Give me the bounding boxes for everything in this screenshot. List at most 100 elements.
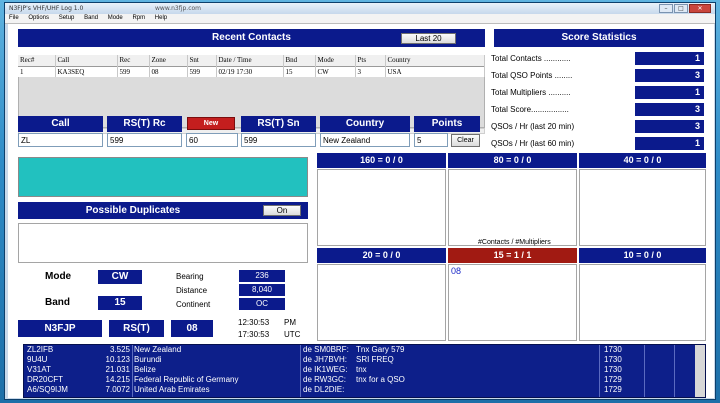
spot-call: A6/SQ9IJM [27,385,68,394]
spot-row[interactable]: ZL2IFB 3.525 New Zealand de SM0BRF: Tnx … [24,345,705,355]
zone-input[interactable]: 60 [186,133,238,147]
band-80-list [448,169,577,246]
info-panel [18,157,308,197]
spot-freq: 3.525 [109,345,130,354]
score-statistics-title: Score Statistics [561,32,637,43]
spots-vertical-scrollbar[interactable] [695,345,705,397]
operator-callsign[interactable]: N3FJP [18,320,102,337]
band-40-list [579,169,706,246]
score-value-qso-hr-20: 3 [635,120,704,133]
zone-button[interactable]: 08 [171,320,213,337]
col-rec-num[interactable]: Rec# [18,55,56,66]
menu-mode[interactable]: Mode [108,15,123,21]
call-header: Call [18,116,103,132]
score-label-qso-hr-60: QSOs / Hr (last 60 min) [491,139,575,148]
spot-time: 1730 [604,355,622,364]
points-header: Points [414,116,480,132]
spot-freq: 7.0072 [105,385,130,394]
col-rec[interactable]: Rec [117,55,150,66]
cell-call: KA3SEQ [55,66,118,77]
score-value-qso-hr-60: 1 [635,137,704,150]
band-10-list [579,264,706,341]
band-160-header[interactable]: 160 = 0 / 0 [317,153,446,168]
col-mode[interactable]: Mode [315,55,356,66]
minimize-button[interactable]: – [659,4,673,13]
last-20-button[interactable]: Last 20 [401,33,456,44]
menu-options[interactable]: Options [28,15,49,21]
spot-row[interactable]: DR20CFT 14.215 Federal Republic of Germa… [24,375,705,385]
window-url: www.n3fjp.com [155,5,202,12]
table-row[interactable]: 1 KA3SEQ 599 08 599 02/19 17:30 15 CW 3 … [18,66,485,77]
points-input[interactable]: 5 [414,133,448,147]
spot-comment: Tnx Gary 579 [356,345,405,354]
country-header: Country [320,116,410,132]
band-10-header[interactable]: 10 = 0 / 0 [579,248,706,263]
country-input[interactable]: New Zealand [320,133,410,147]
score-label-total-qso-points: Total QSO Points ........ [491,71,573,80]
continent-label: Continent [176,300,211,309]
spot-row[interactable]: 9U4U 10.123 Burundi de JH7BVH: SRI FREQ … [24,355,705,365]
spot-spotter: de DL2DIE: [303,385,345,394]
col-bnd[interactable]: Bnd [283,55,316,66]
dx-spots-table: ZL2IFB 3.525 New Zealand de SM0BRF: Tnx … [23,344,706,398]
rst-sent-input[interactable]: 599 [241,133,316,147]
menu-setup[interactable]: Setup [59,15,75,21]
spot-country: Federal Republic of Germany [134,375,239,384]
band-value[interactable]: 15 [98,296,142,310]
score-value-total-score: 3 [635,103,704,116]
band-15-list: 08 [448,264,577,341]
maximize-button[interactable]: □ [674,4,688,13]
spot-row[interactable]: A6/SQ9IJM 7.0072 United Arab Emirates de… [24,385,705,395]
col-country[interactable]: Country [385,55,485,66]
band-15-header[interactable]: 15 = 1 / 1 [448,248,577,263]
score-label-total-score: Total Score................. [491,105,569,114]
rst-received-input[interactable]: 599 [107,133,182,147]
band-160-list [317,169,446,246]
band-label: Band [45,297,70,308]
band-20-list [317,264,446,341]
menu-help[interactable]: Help [155,15,167,21]
recent-contacts-title: Recent Contacts [212,32,291,43]
close-button[interactable]: ✕ [689,4,711,13]
band-40-header[interactable]: 40 = 0 / 0 [579,153,706,168]
menu-file[interactable]: File [9,15,19,21]
band-20-header[interactable]: 20 = 0 / 0 [317,248,446,263]
new-button[interactable]: New [187,117,235,130]
cell-zone: 08 [149,66,188,77]
spot-spotter: de RW3GC: [303,375,346,384]
col-call[interactable]: Call [55,55,118,66]
spot-time: 1730 [604,345,622,354]
cell-bnd: 15 [283,66,316,77]
possible-duplicates-title: Possible Duplicates [85,205,181,216]
rst-sent-header: RS(T) Sn [241,116,316,132]
col-zone[interactable]: Zone [149,55,188,66]
bands-caption: #Contacts / #Multipliers [478,239,551,246]
bearing-label: Bearing [176,272,204,281]
col-snt[interactable]: Snt [187,55,217,66]
band-80-header[interactable]: 80 = 0 / 0 [448,153,577,168]
spot-call: V31AT [27,365,51,374]
menu-bar: File Options Setup Band Mode Rpm Help [5,14,715,24]
spot-call: ZL2IFB [27,345,54,354]
local-time: 12:30:53 [238,318,270,327]
spot-country: Burundi [134,355,162,364]
cell-pts: 3 [355,66,386,77]
score-value-total-multipliers: 1 [635,86,704,99]
col-date-time[interactable]: Date / Time [216,55,284,66]
spot-spotter: de SM0BRF: [303,345,349,354]
col-pts[interactable]: Pts [355,55,386,66]
spot-country: New Zealand [134,345,182,354]
rst-button[interactable]: RS(T) [109,320,164,337]
spot-country: United Arab Emirates [134,385,210,394]
utc-time-suffix: UTC [284,330,301,339]
spot-row[interactable]: V31AT 21.031 Belize de IK1WEG: tnx 1730 [24,365,705,375]
mode-value[interactable]: CW [98,270,142,284]
menu-band[interactable]: Band [84,15,98,21]
spot-comment: tnx [356,365,367,374]
spot-comment: tnx for a QSO [356,375,405,384]
duplicates-toggle[interactable]: On [263,205,301,216]
menu-rpm[interactable]: Rpm [132,15,145,21]
call-input[interactable]: ZL [18,133,103,147]
cell-rec: 599 [117,66,150,77]
clear-button[interactable]: Clear [451,134,480,147]
